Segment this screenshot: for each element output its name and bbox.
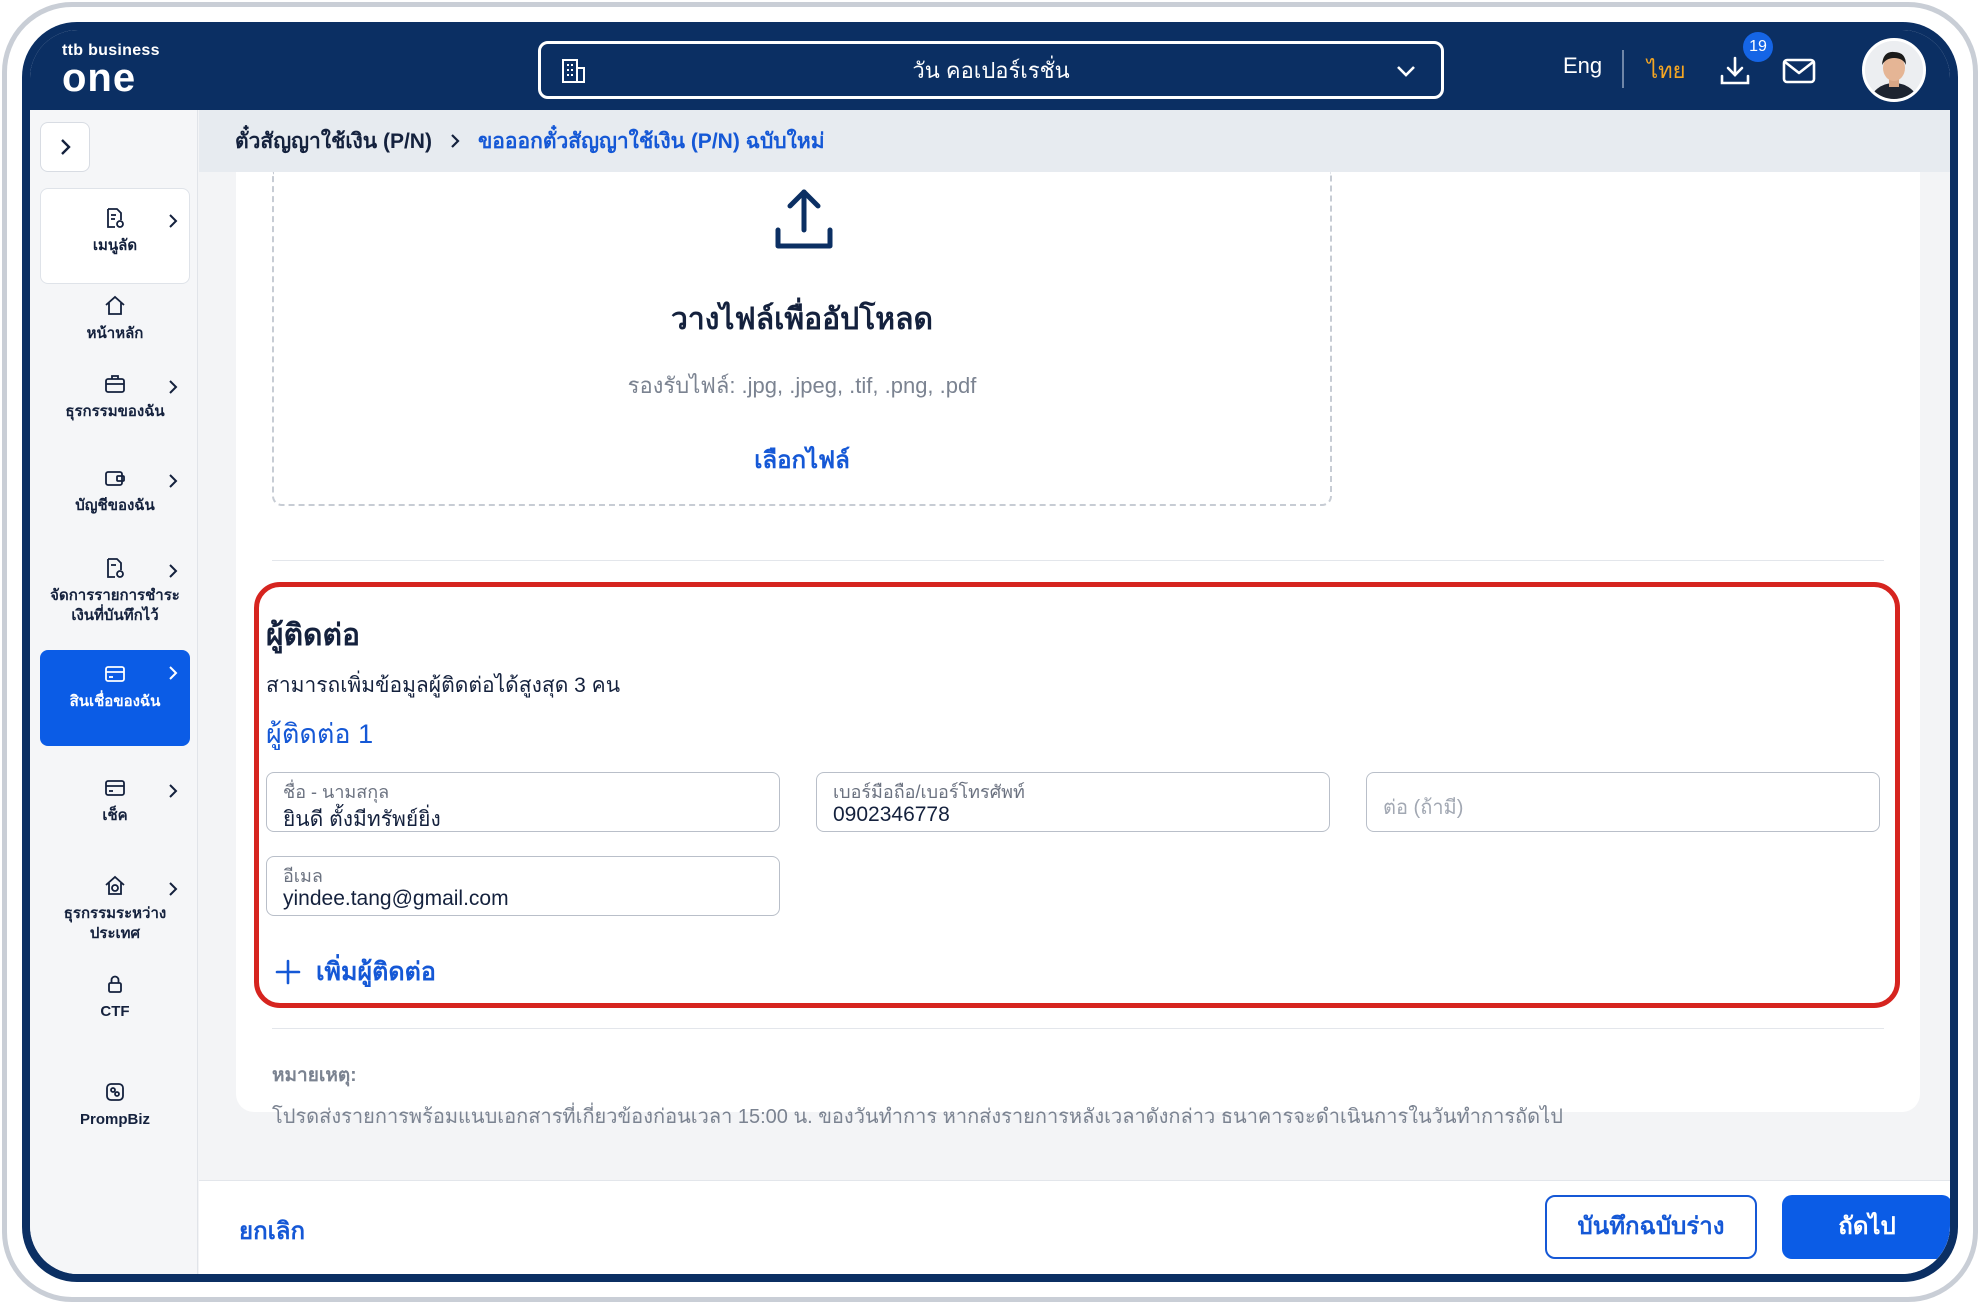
sidebar: เมนูลัด หน้าหลัก ธุรกรรมของฉัน บัญชีของฉ… — [30, 110, 198, 1274]
prompbiz-icon — [106, 1083, 124, 1101]
add-contact-button[interactable]: เพิ่มผู้ติดต่อ — [274, 952, 436, 992]
sidebar-item-cheque[interactable]: เช็ค — [40, 776, 190, 826]
contact-phone-field[interactable]: เบอร์มือถือ/เบอร์โทรศัพท์ 0902346778 — [816, 772, 1330, 832]
company-name: วัน คอเปอร์เรชั่น — [912, 57, 1070, 83]
sidebar-item-label: ธุรกรรมระหว่างประเทศ — [63, 905, 167, 942]
chevron-right-icon — [169, 882, 178, 896]
sidebar-item-label: เมนูลัด — [92, 237, 138, 254]
sidebar-item-label: เช็ค — [102, 807, 128, 824]
note-text: โปรดส่งรายการพร้อมแนบเอกสารที่เกี่ยวข้อง… — [272, 1106, 1563, 1128]
sidebar-item-shortcuts[interactable]: เมนูลัด — [40, 206, 190, 256]
logo-big-text: one — [62, 56, 137, 100]
company-select[interactable]: วัน คอเปอร์เรชั่น — [538, 41, 1444, 99]
sidebar-expand-button[interactable] — [40, 122, 90, 172]
field-label: ชื่อ - นามสกุล — [283, 782, 390, 802]
contact-email-field[interactable]: อีเมล yindee.tang@gmail.com — [266, 856, 780, 916]
chevron-right-icon — [169, 784, 178, 798]
sidebar-item-label: จัดการรายการชำระเงินที่บันทึกไว้ — [50, 587, 180, 624]
chevron-right-icon — [169, 474, 178, 488]
document-icon — [107, 208, 124, 228]
sidebar-item-international[interactable]: ธุรกรรมระหว่างประเทศ — [40, 874, 190, 944]
contact-section-title: ผู้ติดต่อ — [266, 619, 361, 652]
chevron-down-icon — [1393, 58, 1419, 90]
add-contact-label: เพิ่มผู้ติดต่อ — [316, 958, 436, 986]
lock-icon — [108, 975, 122, 993]
chevron-right-icon — [169, 214, 178, 228]
field-value: ยินดี ตั้งมีทรัพย์ยิ่ง — [283, 808, 441, 831]
chevron-right-icon — [169, 564, 178, 578]
lang-en-button[interactable]: Eng — [1563, 53, 1602, 79]
dropzone-hint: รองรับไฟล์: .jpg, .jpeg, .tif, .png, .pd… — [627, 373, 977, 398]
note-title: หมายเหตุ: — [272, 1065, 357, 1086]
credit-card-icon — [105, 666, 125, 682]
file-dropzone[interactable]: วางไฟล์เพื่ออัปโหลด รองรับไฟล์: .jpg, .j… — [272, 172, 1332, 506]
contact-section-subtitle: สามารถเพิ่มข้อมูลผู้ติดต่อได้สูงสุด 3 คน — [266, 674, 621, 697]
home-icon — [105, 295, 125, 315]
sidebar-item-label: บัญชีของฉัน — [75, 497, 155, 514]
contact-extension-field[interactable]: ต่อ (ถ้ามี) — [1366, 772, 1880, 832]
top-bar: ttb business one วัน คอเปอร์เรชั่น Eng ไ… — [30, 30, 1950, 110]
document-check-icon — [107, 558, 124, 578]
app-screen: ttb business one วัน คอเปอร์เรชั่น Eng ไ… — [30, 30, 1950, 1274]
sidebar-item-prompbiz[interactable]: PrompBiz — [40, 1080, 190, 1130]
wallet-icon — [105, 471, 125, 486]
breadcrumb-parent[interactable]: ตั๋วสัญญาใช้เงิน (P/N) — [235, 125, 432, 158]
download-badge: 19 — [1743, 32, 1773, 62]
field-placeholder: ต่อ (ถ้ามี) — [1383, 797, 1464, 819]
chevron-right-icon — [169, 380, 178, 394]
field-label: อีเมล — [283, 866, 323, 886]
chevron-right-icon — [169, 666, 178, 680]
sidebar-item-my-accounts[interactable]: บัญชีของฉัน — [40, 466, 190, 516]
sidebar-item-my-loans[interactable]: สินเชื่อของฉัน — [40, 650, 190, 746]
upload-icon — [768, 184, 840, 261]
cheque-icon — [105, 780, 125, 796]
contact-1-heading: ผู้ติดต่อ 1 — [266, 719, 374, 749]
save-draft-button[interactable]: บันทึกฉบับร่าง — [1545, 1195, 1757, 1259]
app-logo[interactable]: ttb business one — [62, 42, 160, 100]
sidebar-item-label: ธุรกรรมของฉัน — [65, 403, 165, 420]
building-icon — [559, 57, 587, 91]
footer-bar: ยกเลิก บันทึกฉบับร่าง ถัดไป — [199, 1180, 1950, 1274]
chevron-right-icon — [446, 132, 464, 150]
plus-icon — [275, 959, 301, 985]
cancel-button[interactable]: ยกเลิก — [239, 1211, 305, 1250]
mail-icon[interactable] — [1782, 57, 1816, 90]
lang-divider — [1622, 50, 1624, 88]
dropzone-title: วางไฟล์เพื่ออัปโหลด — [671, 303, 933, 336]
choose-file-link[interactable]: เลือกไฟล์ — [274, 440, 1330, 479]
field-value: yindee.tang@gmail.com — [283, 887, 509, 910]
next-button[interactable]: ถัดไป — [1782, 1195, 1950, 1259]
field-label: เบอร์มือถือ/เบอร์โทรศัพท์ — [833, 782, 1025, 802]
breadcrumb: ตั๋วสัญญาใช้เงิน (P/N) ขอออกตั๋วสัญญาใช้… — [199, 110, 1950, 172]
contact-name-field[interactable]: ชื่อ - นามสกุล ยินดี ตั้งมีทรัพย์ยิ่ง — [266, 772, 780, 832]
lang-th-button[interactable]: ไทย — [1647, 53, 1685, 88]
device-frame: ttb business one วัน คอเปอร์เรชั่น Eng ไ… — [22, 22, 1958, 1282]
briefcase-icon — [105, 375, 125, 393]
sidebar-item-ctf[interactable]: CTF — [40, 972, 190, 1022]
divider — [272, 560, 1884, 561]
sidebar-item-home[interactable]: หน้าหลัก — [40, 294, 190, 344]
sidebar-item-label: PrompBiz — [79, 1111, 150, 1128]
sidebar-item-my-transactions[interactable]: ธุรกรรมของฉัน — [40, 372, 190, 422]
field-value: 0902346778 — [833, 803, 950, 826]
sidebar-item-label: CTF — [100, 1003, 130, 1020]
sidebar-item-label: สินเชื่อของฉัน — [69, 693, 161, 710]
sidebar-item-label: หน้าหลัก — [86, 325, 144, 342]
user-avatar[interactable] — [1862, 38, 1926, 102]
global-home-icon — [105, 875, 125, 895]
sidebar-item-saved-payments[interactable]: จัดการรายการชำระเงินที่บันทึกไว้ — [40, 556, 190, 626]
breadcrumb-current: ขอออกตั๋วสัญญาใช้เงิน (P/N) ฉบับใหม่ — [477, 129, 825, 153]
form-card: วางไฟล์เพื่ออัปโหลด รองรับไฟล์: .jpg, .j… — [236, 172, 1920, 1128]
divider — [272, 1028, 1884, 1029]
download-icon[interactable] — [1718, 54, 1752, 93]
